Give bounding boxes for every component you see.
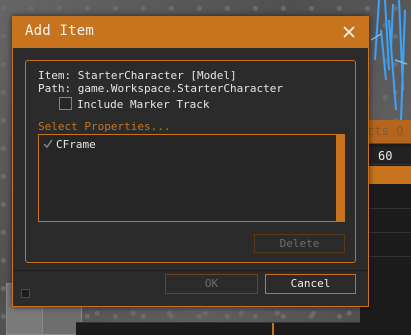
dialog-content-frame: Item: StarterCharacter [Model] Path: gam… <box>25 60 356 263</box>
close-icon[interactable] <box>340 23 358 41</box>
timeline-strip <box>76 322 360 335</box>
cancel-button[interactable]: Cancel <box>265 274 356 294</box>
delete-button[interactable]: Delete <box>254 234 345 253</box>
property-label: CFrame <box>56 138 96 151</box>
include-marker-checkbox[interactable] <box>59 97 72 110</box>
path-info: Path: game.Workspace.StarterCharacter <box>38 82 284 95</box>
list-item-cframe[interactable]: CFrame <box>39 137 335 153</box>
timeline-marker[interactable] <box>272 323 274 335</box>
dialog-title-bar[interactable]: Add Item <box>13 17 368 48</box>
include-marker-label[interactable]: Include Marker Track <box>77 98 209 111</box>
properties-list: CFrame <box>38 134 345 222</box>
checkmark-icon <box>43 139 53 149</box>
footer-divider <box>13 270 368 271</box>
resize-grip-icon[interactable] <box>21 289 30 298</box>
item-info: Item: StarterCharacter [Model] <box>38 69 237 82</box>
select-properties-label: Select Properties... <box>38 120 171 133</box>
add-item-dialog: Add Item Item: StarterCharacter [Model] … <box>12 16 369 307</box>
ok-button[interactable]: OK <box>165 274 258 294</box>
dialog-title: Add Item <box>25 23 95 39</box>
properties-scrollbar[interactable] <box>336 135 344 221</box>
